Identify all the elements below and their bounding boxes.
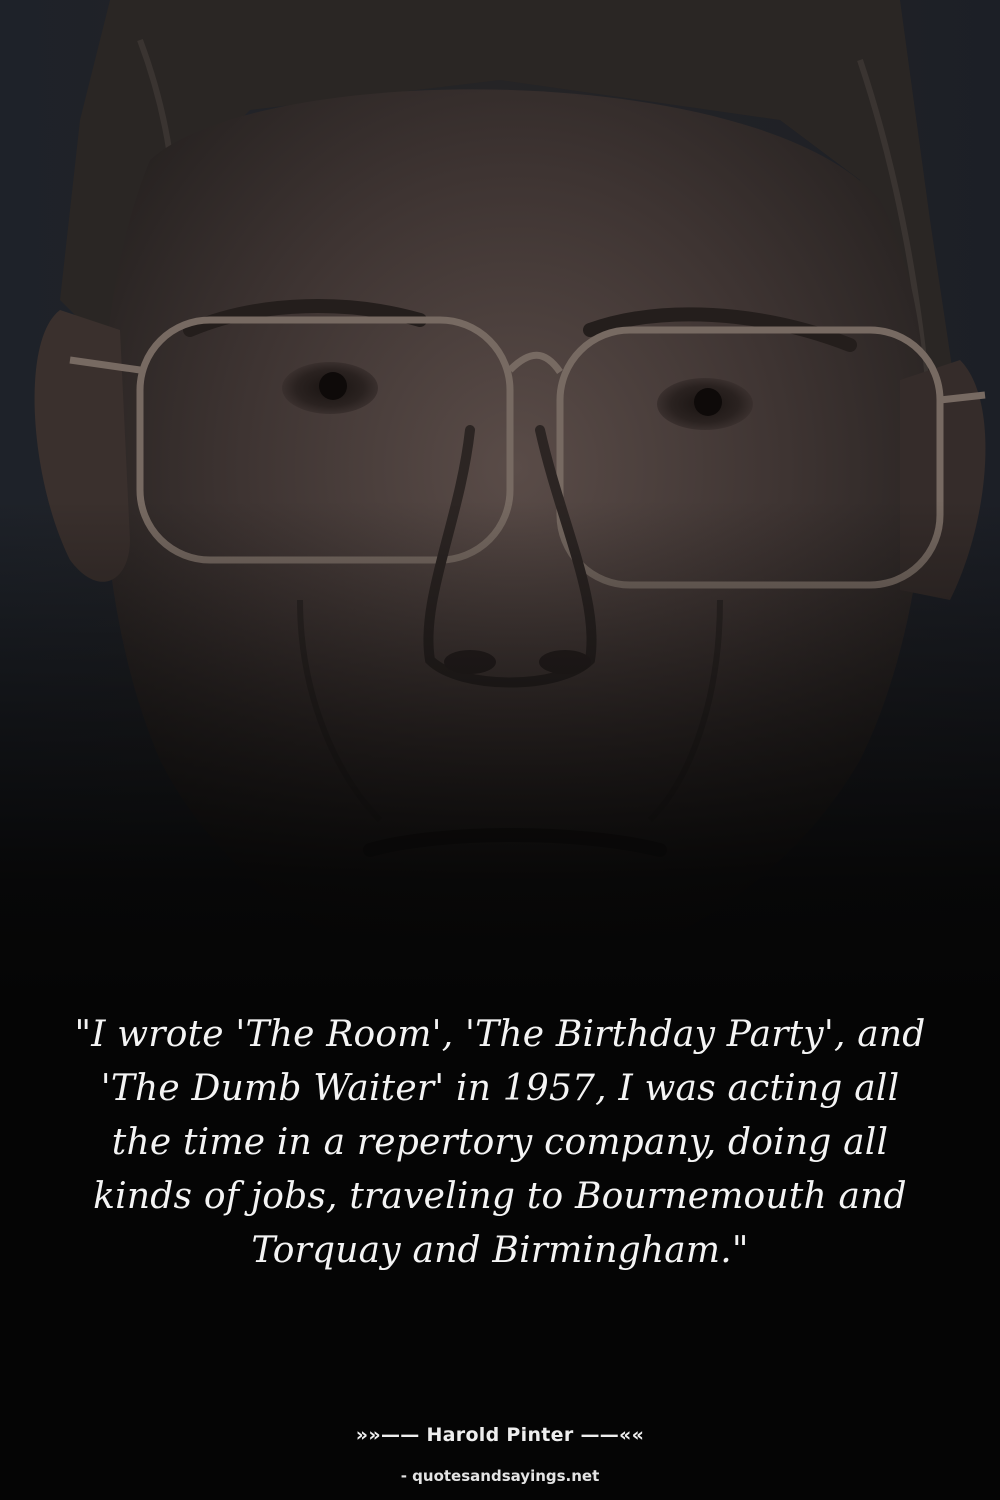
source-credit: - quotesandsayings.net bbox=[400, 1467, 600, 1485]
author-attribution: »»—— Harold Pinter ——«« bbox=[355, 1424, 645, 1446]
photo-fade-overlay bbox=[0, 0, 1000, 1000]
quote-text: "I wrote 'The Room', 'The Birthday Party… bbox=[74, 1014, 926, 1271]
quote-poster: "I wrote 'The Room', 'The Birthday Party… bbox=[0, 0, 1000, 1500]
